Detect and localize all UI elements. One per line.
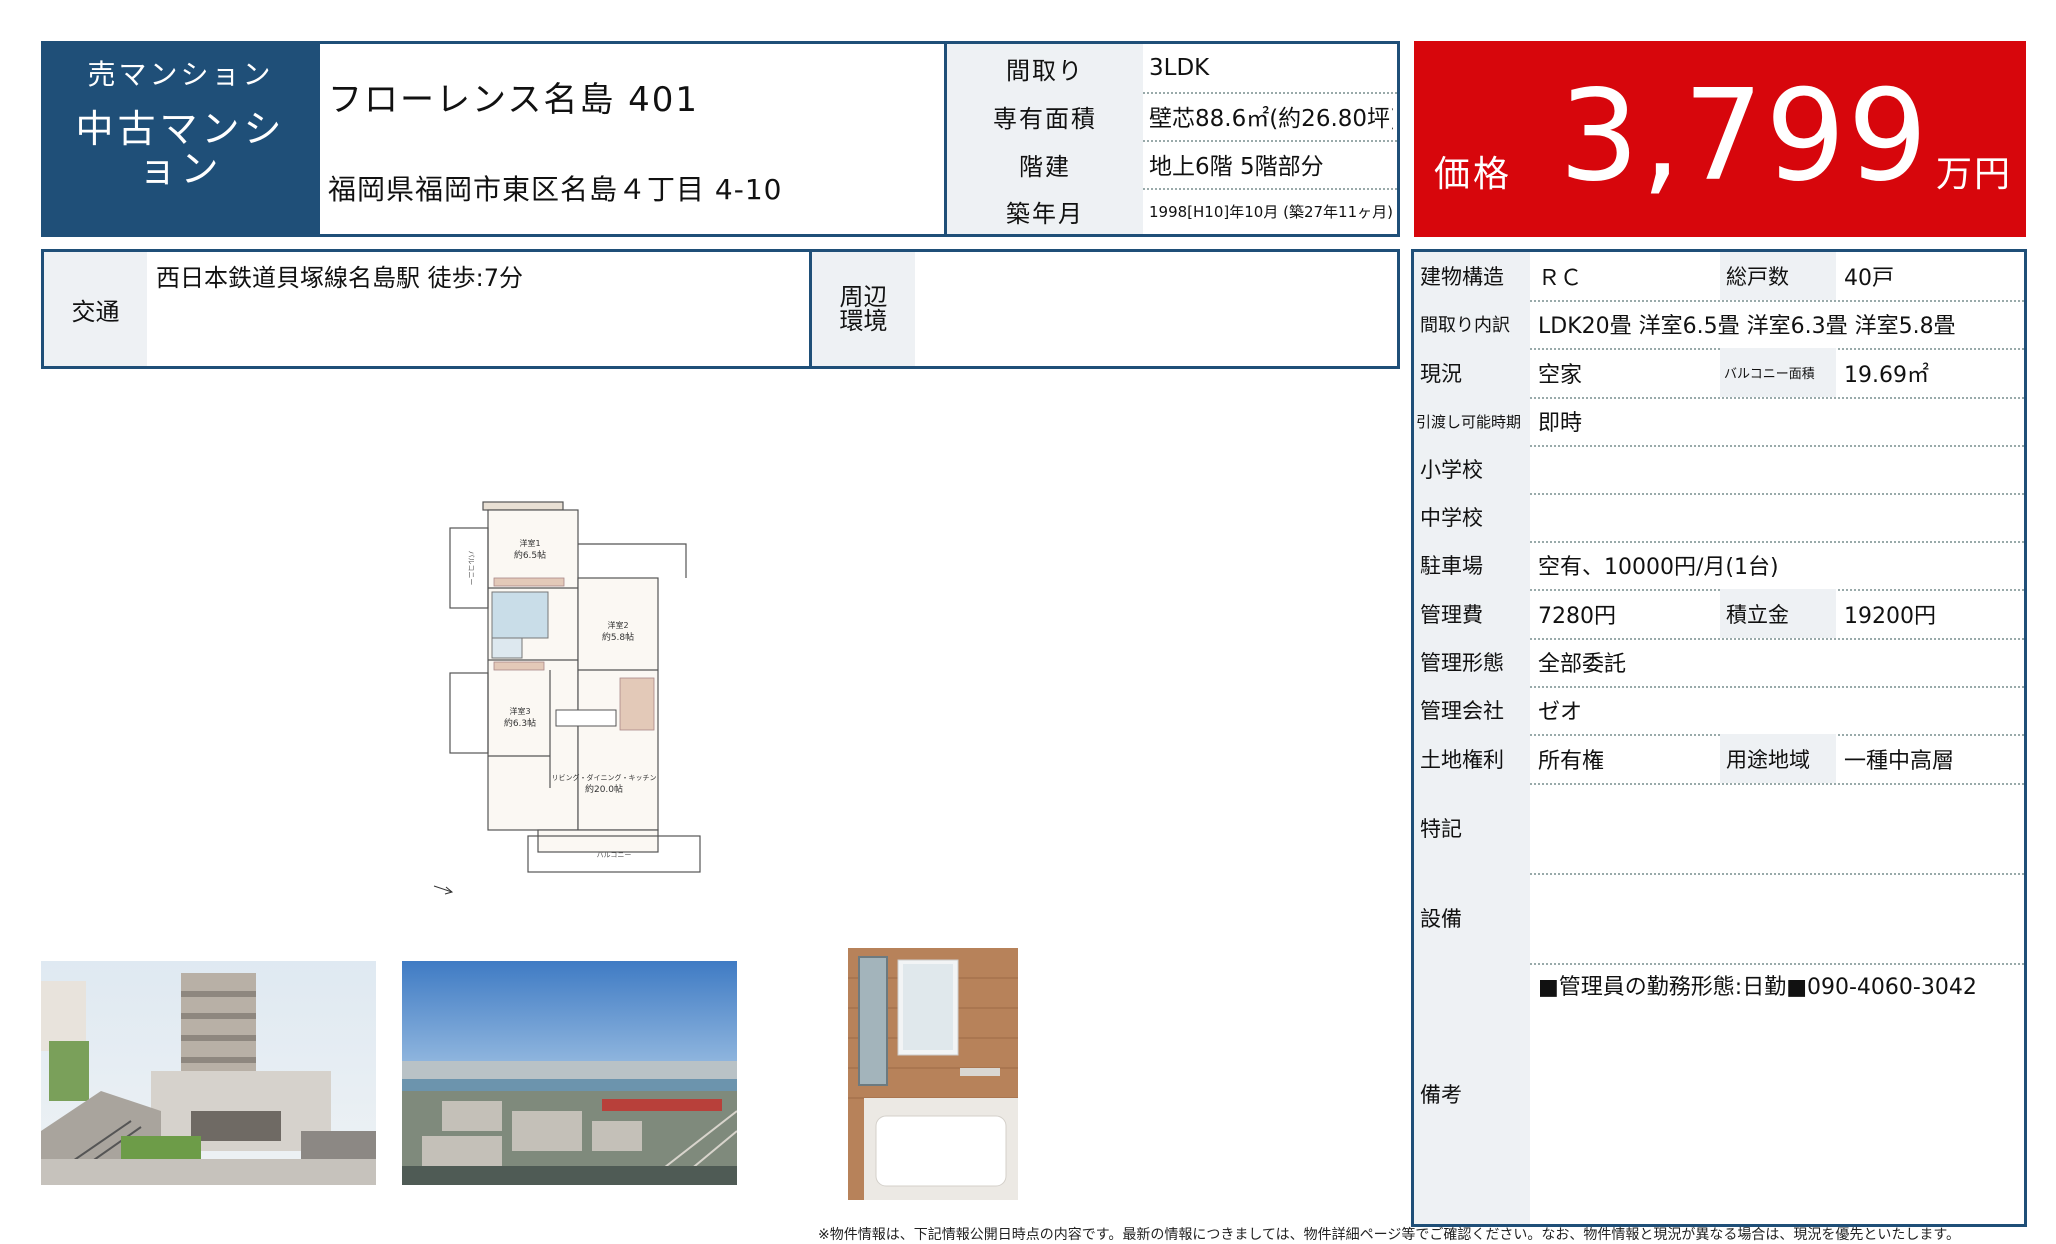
spec-row-built: 築年月 1998[H10]年10月 (築27年11ヶ月) bbox=[947, 188, 1397, 234]
spec-label: 間取り bbox=[947, 44, 1143, 92]
spec-label: 専有面積 bbox=[947, 92, 1143, 140]
balcony-label-bottom: バルコニー bbox=[597, 851, 632, 859]
detail-value: 即時 bbox=[1538, 411, 1583, 436]
detail-label: バルコニー面積 bbox=[1720, 348, 1836, 397]
detail-value: ゼオ bbox=[1538, 700, 1583, 725]
spec-row-layout: 間取り 3LDK bbox=[947, 44, 1397, 94]
north-arrow-icon bbox=[433, 885, 454, 895]
floor-plan-drawing: 洋室1 約6.5帖 洋室2 約5.8帖 洋室3 約6.3帖 リビング・ダイニング… bbox=[433, 501, 701, 895]
detail-row-parking: 駐車場 空有、10000円/月(1台) bbox=[1414, 541, 2024, 591]
balcony-label-side: バルコニー bbox=[467, 551, 475, 586]
price-unit: 万円 bbox=[1935, 154, 2012, 195]
spec-value: 地上6階 5階部分 bbox=[1149, 154, 1324, 180]
detail-value: 19.69㎡ bbox=[1844, 362, 1929, 388]
detail-label: 総戸数 bbox=[1720, 252, 1836, 300]
detail-label: 引渡し可能時期 bbox=[1414, 397, 1530, 445]
detail-label: 建物構造 bbox=[1414, 252, 1530, 300]
spec-value: 3LDK bbox=[1149, 55, 1210, 81]
room-size-ldk: 約20.0帖 bbox=[585, 783, 623, 795]
property-type-block: 売マンション 中古マンション bbox=[41, 41, 320, 237]
room-label-ldk: リビング・ダイニング・キッチン bbox=[552, 773, 657, 782]
detail-label: 備考 bbox=[1414, 963, 1530, 1224]
spec-label: 階建 bbox=[947, 140, 1143, 188]
price-value: 3,799 bbox=[1559, 62, 1930, 209]
detail-value: 7280円 bbox=[1538, 603, 1616, 629]
detail-value: ＲＣ bbox=[1538, 266, 1583, 291]
room-label-1: 洋室1 bbox=[519, 538, 540, 548]
detail-row-equipment: 設備 bbox=[1414, 873, 2024, 965]
room-size-1: 約6.5帖 bbox=[514, 549, 546, 561]
detail-row-fees: 管理費 7280円 積立金 19200円 bbox=[1414, 589, 2024, 640]
detail-label: 駐車場 bbox=[1414, 541, 1530, 589]
detail-label: 積立金 bbox=[1720, 589, 1836, 638]
detail-value: 所有権 bbox=[1538, 748, 1605, 774]
access-value: 西日本鉄道貝塚線名島駅 徒歩:7分 bbox=[156, 264, 523, 292]
access-block: 交通 西日本鉄道貝塚線名島駅 徒歩:7分 周辺環境 bbox=[41, 249, 1400, 369]
detail-value: 一種中高層 bbox=[1844, 748, 1955, 774]
floor-plan: 洋室1 約6.5帖 洋室2 約5.8帖 洋室3 約6.3帖 リビング・ダイニング… bbox=[428, 488, 728, 898]
spec-row-floors: 階建 地上6階 5階部分 bbox=[947, 140, 1397, 190]
detail-value: 空家 bbox=[1538, 362, 1583, 388]
price-label: 価格 bbox=[1434, 154, 1513, 195]
detail-value: 全部委託 bbox=[1538, 652, 1627, 677]
detail-row-handover: 引渡し可能時期 即時 bbox=[1414, 397, 2024, 447]
footnote: ※物件情報は、下記情報公開日時点の内容です。最新の情報につきましては、物件詳細ペ… bbox=[818, 1227, 1960, 1243]
detail-row-status: 現況 空家 バルコニー面積 19.69㎡ bbox=[1414, 348, 2024, 399]
spec-value: 壁芯88.6㎡(約26.80坪) bbox=[1149, 106, 1393, 132]
property-type-sub: 売マンション bbox=[87, 58, 274, 91]
bathroom-photo bbox=[848, 948, 1018, 1200]
detail-row-remarks: 備考 ■管理員の勤務形態:日勤■090-4060-3042 bbox=[1414, 963, 2024, 1224]
detail-row-mgmt-type: 管理形態 全部委託 bbox=[1414, 638, 2024, 688]
detail-value: 40戸 bbox=[1844, 266, 1894, 291]
property-title-block: フローレンス名島 401 福岡県福岡市東区名島４丁目 4-10 bbox=[320, 41, 944, 237]
spec-row-area: 専有面積 壁芯88.6㎡(約26.80坪) bbox=[947, 92, 1397, 142]
detail-label: 管理費 bbox=[1414, 589, 1530, 638]
property-address: 福岡県福岡市東区名島４丁目 4-10 bbox=[328, 173, 783, 206]
room-size-2: 約5.8帖 bbox=[602, 631, 634, 643]
spec-label: 築年月 bbox=[947, 188, 1143, 234]
detail-row-rooms: 間取り内訳 LDK20畳 洋室6.5畳 洋室6.3畳 洋室5.8畳 bbox=[1414, 300, 2024, 350]
detail-label: 土地権利 bbox=[1414, 734, 1530, 783]
detail-value: 19200円 bbox=[1844, 603, 1936, 629]
detail-row-notes: 特記 bbox=[1414, 783, 2024, 875]
detail-row-mgmt-company: 管理会社 ゼオ bbox=[1414, 686, 2024, 736]
property-name: フローレンス名島 401 bbox=[328, 80, 700, 120]
price-block: 価格 3,799 万円 bbox=[1414, 41, 2026, 237]
detail-label: 設備 bbox=[1414, 873, 1530, 963]
detail-value: 空有、10000円/月(1台) bbox=[1538, 555, 1779, 580]
top-spec-table: 間取り 3LDK 専有面積 壁芯88.6㎡(約26.80坪) 階建 地上6階 5… bbox=[944, 41, 1400, 237]
detail-label: 管理会社 bbox=[1414, 686, 1530, 734]
room-label-3: 洋室3 bbox=[509, 706, 530, 716]
spec-value: 1998[H10]年10月 (築27年11ヶ月) bbox=[1149, 202, 1393, 221]
detail-value: LDK20畳 洋室6.5畳 洋室6.3畳 洋室5.8畳 bbox=[1538, 314, 1956, 339]
detail-row-land: 土地権利 所有権 用途地域 一種中高層 bbox=[1414, 734, 2024, 785]
building-exterior-photo bbox=[41, 961, 376, 1185]
detail-value: ■管理員の勤務形態:日勤■090-4060-3042 bbox=[1538, 975, 1977, 1000]
detail-table: 建物構造 ＲＣ 総戸数 40戸 間取り内訳 LDK20畳 洋室6.5畳 洋室6.… bbox=[1411, 249, 2027, 1227]
detail-label: 用途地域 bbox=[1720, 734, 1836, 783]
detail-row-junior: 中学校 bbox=[1414, 493, 2024, 543]
detail-label: 中学校 bbox=[1414, 493, 1530, 541]
detail-label: 小学校 bbox=[1414, 445, 1530, 493]
environment-label-text: 周辺環境 bbox=[839, 283, 888, 335]
detail-label: 管理形態 bbox=[1414, 638, 1530, 686]
environment-label: 周辺環境 bbox=[809, 252, 915, 366]
detail-label: 特記 bbox=[1414, 783, 1530, 873]
property-type-main: 中古マンション bbox=[75, 107, 286, 191]
detail-label: 間取り内訳 bbox=[1414, 300, 1530, 348]
detail-row-elementary: 小学校 bbox=[1414, 445, 2024, 495]
access-label: 交通 bbox=[44, 252, 147, 366]
view-from-balcony-photo bbox=[402, 961, 737, 1185]
detail-row-structure: 建物構造 ＲＣ 総戸数 40戸 bbox=[1414, 252, 2024, 302]
detail-label: 現況 bbox=[1414, 348, 1530, 397]
room-size-3: 約6.3帖 bbox=[504, 717, 536, 729]
room-label-2: 洋室2 bbox=[607, 620, 628, 630]
